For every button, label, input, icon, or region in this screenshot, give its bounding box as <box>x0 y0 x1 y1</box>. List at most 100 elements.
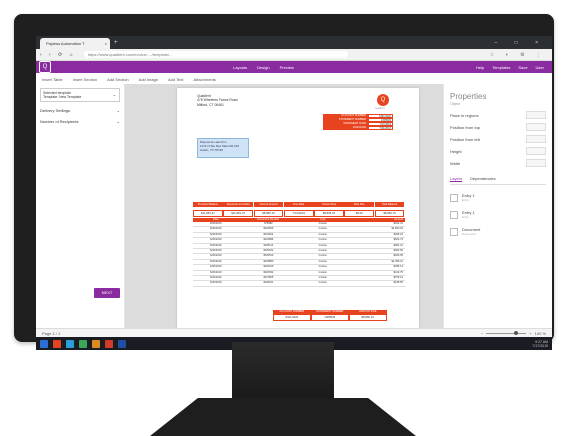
table-cell: 6/30/2019 <box>210 254 222 258</box>
prop-input[interactable] <box>526 147 546 155</box>
header-item-preview[interactable]: Preview <box>280 65 294 70</box>
table-cell: $481.21 <box>393 243 403 247</box>
tab-layers[interactable]: Layers <box>450 176 463 182</box>
search-icon[interactable] <box>53 339 61 348</box>
prop-label: Position from top <box>450 124 481 130</box>
remit-to-box[interactable]: Payments Law Firm 1271 N Ste Des Main Rd… <box>197 138 249 158</box>
accordion-label: Delivery Settings <box>40 108 71 113</box>
url-field[interactable]: https://www.quadient.com/evolve/..../tem… <box>83 51 348 58</box>
layer-item[interactable]: Entry 1 Entry <box>450 210 546 219</box>
new-tab-icon[interactable]: + <box>114 38 118 49</box>
layer-icon <box>450 193 458 202</box>
start-icon[interactable] <box>40 339 48 348</box>
table-cell: 6/30/2019 <box>210 265 222 269</box>
properties-tabs: Layers Dependencies <box>450 176 546 185</box>
header-item-design[interactable]: Design <box>257 65 269 70</box>
status-bar: Page 1 / 1 − + 100 % <box>36 328 552 337</box>
app-icon[interactable] <box>79 339 87 348</box>
company-logo[interactable]: Q <box>377 94 389 106</box>
zoom-slider[interactable] <box>486 330 527 335</box>
table-cell: Invoice <box>318 259 327 263</box>
browser-tab[interactable]: Payless Automation T × <box>40 38 110 49</box>
layer-item[interactable]: Entry 1 Entry <box>450 193 546 202</box>
page-indicator[interactable]: 1 / 1 <box>52 331 60 336</box>
header-center: Layouts Design Preview <box>233 65 294 70</box>
app-icon[interactable] <box>118 339 126 348</box>
toolbar-add-section[interactable]: Add Section <box>107 77 129 82</box>
user-menu[interactable]: User <box>536 65 544 70</box>
tab-dependencies[interactable]: Dependencies <box>470 176 496 182</box>
prop-input[interactable] <box>526 135 546 143</box>
statement-document[interactable]: Quadient 478 Wheelers Farms Road Milford… <box>177 88 419 328</box>
footer-key: STATEMENT NUMBER <box>311 310 349 314</box>
table-cell: $295.22 <box>393 232 403 236</box>
canvas-scrollbar[interactable] <box>433 84 443 328</box>
accordion-delivery-settings[interactable]: Delivery Settings ⌄ <box>40 108 120 113</box>
extension-icons[interactable]: ☆ ◐ ⚙ ⋮ <box>490 52 552 58</box>
document-canvas[interactable]: Quadient 478 Wheelers Farms Road Milford… <box>165 84 433 328</box>
system-tray-clock[interactable]: 9:27 AM 7/17/2019 <box>532 340 552 348</box>
left-pane: Selected template Template: New Template… <box>36 84 125 328</box>
remittance-footer[interactable]: ACCOUNT NUMBER SSD-0422 STATEMENT NUMBER 10… <box>273 310 387 321</box>
table-cell: 3026019 <box>263 265 274 269</box>
toolbar-insert-table[interactable]: Insert Table <box>42 77 63 82</box>
table-cell: 3026392 <box>263 270 274 274</box>
zoom-control: − + 100 % <box>481 330 552 336</box>
account-summary-box[interactable]: ACCOUNT NUMBER SSD-0422 STATEMENT NUMBER 10… <box>323 114 393 130</box>
toolbar-attachments[interactable]: Attachments <box>194 77 216 82</box>
zoom-in-icon[interactable]: + <box>529 331 531 336</box>
app-logo[interactable]: Q <box>39 61 51 73</box>
monitor-bezel: Payless Automation T × + – □ × ‹ › ⟳ ⌂ h… <box>14 14 554 350</box>
table-cell: 6/30/2019 <box>210 232 222 236</box>
zoom-out-icon[interactable]: − <box>481 331 483 336</box>
prop-label: Width <box>450 160 461 166</box>
footer-column: AMOUNT DUE $8,866.15 <box>349 310 387 321</box>
browser-nav-icons[interactable]: ‹ › ⟳ ⌂ <box>36 52 80 58</box>
table-row[interactable]: 6/30/2019 3028441 Invoice $448.55 <box>193 281 405 287</box>
toolbar-add-image[interactable]: Add Image <box>139 77 158 82</box>
app-icon[interactable] <box>105 339 113 348</box>
tab-close-icon[interactable]: × <box>105 38 107 49</box>
app-icon[interactable] <box>92 339 100 348</box>
next-button[interactable]: NEXT <box>94 288 120 298</box>
table-cell: 6/30/2019 <box>210 259 222 263</box>
balance-value: $8,866.15 <box>253 210 284 217</box>
table-cell: Invoice <box>318 238 327 242</box>
toolbar-insert-section[interactable]: Insert Section <box>73 77 97 82</box>
balance-summary-values[interactable]: $11,881.37 $11,881.37 $8,866.15 7/31/2019 $8… <box>193 210 405 217</box>
properties-pane: Properties Object Place in regions Posit… <box>443 84 552 328</box>
zoom-slider-knob[interactable] <box>514 330 519 335</box>
clock-date: 7/17/2019 <box>532 343 548 348</box>
balance-header: Current Due <box>314 202 344 208</box>
footer-value: 1005529 <box>311 314 349 321</box>
prop-input[interactable] <box>526 111 546 119</box>
prop-input[interactable] <box>526 159 546 167</box>
table-cell: $1,355.21 <box>391 259 403 263</box>
sender-address[interactable]: Quadient 478 Wheelers Farms Road Milford… <box>197 94 238 107</box>
prop-input[interactable] <box>526 123 546 131</box>
chevron-down-icon: ⌄ <box>112 92 116 97</box>
app-icon[interactable] <box>66 339 74 348</box>
template-select[interactable]: Selected template Template: New Template… <box>40 88 120 102</box>
header-item-layouts[interactable]: Layouts <box>233 65 247 70</box>
footer-column: STATEMENT NUMBER 1005529 <box>311 310 349 321</box>
layer-sub: Document <box>462 232 476 236</box>
summary-value: 7/31/2019 <box>368 126 393 130</box>
layer-item[interactable]: Document Document <box>450 227 546 236</box>
table-cell: 6/30/2019 <box>210 243 222 247</box>
transactions-table[interactable]: 6/30/2019 975982 Invoice $322.31 6/30/2019 30… <box>193 222 405 287</box>
layer-icon <box>450 210 458 219</box>
accordion-recipients[interactable]: Number of Recipients ⌄ <box>40 119 120 124</box>
table-cell: $413.75 <box>393 270 403 274</box>
footer-column: ACCOUNT NUMBER SSD-0422 <box>273 310 311 321</box>
save-button[interactable]: Save <box>518 65 527 70</box>
help-button[interactable]: Help <box>476 65 484 70</box>
window-controls[interactable]: – □ × <box>495 38 553 49</box>
prop-label: Position from left <box>450 136 480 142</box>
table-cell: 3024986 <box>263 238 274 242</box>
balance-header: Current Amount <box>253 202 284 208</box>
templates-button[interactable]: Templates <box>492 65 510 70</box>
table-cell: Invoice <box>318 222 327 225</box>
chevron-down-icon: ⌄ <box>116 108 120 113</box>
toolbar-add-text[interactable]: Add Text <box>168 77 184 82</box>
